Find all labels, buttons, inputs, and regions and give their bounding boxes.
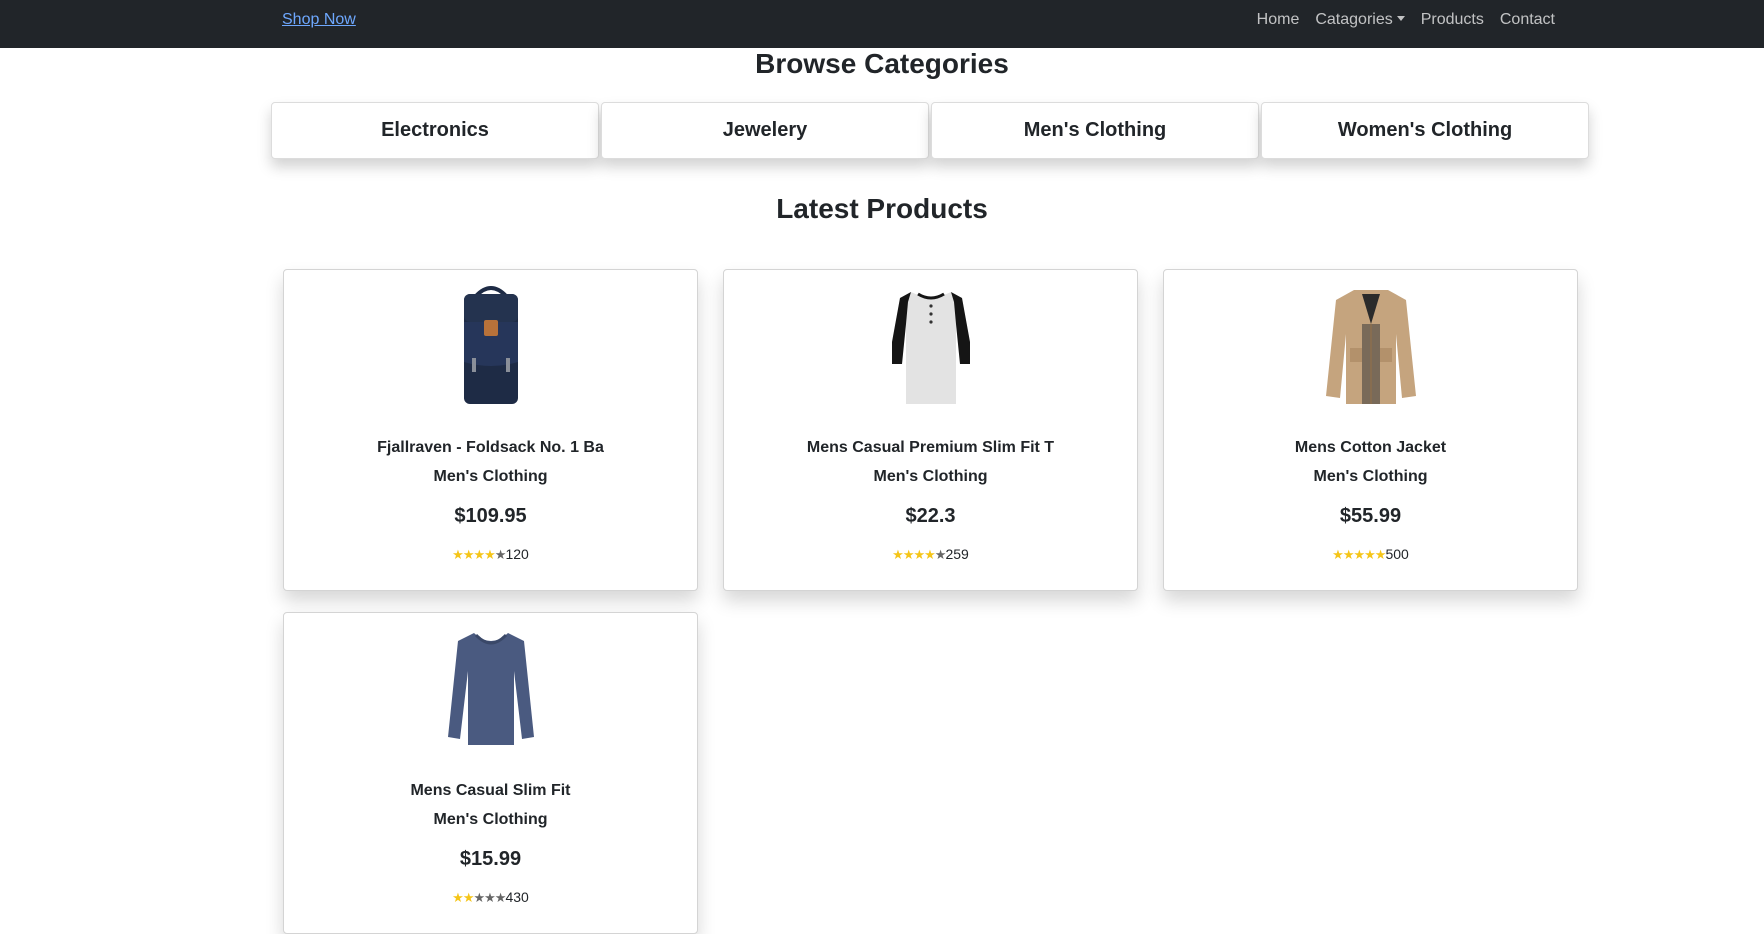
product-rating: ★★★★★500 [1164, 546, 1577, 563]
star-empty-icon: ★ [473, 890, 485, 905]
browse-categories-heading: Browse Categories [755, 48, 1009, 79]
star-filled-icon: ★ [1364, 547, 1376, 562]
category-card-jewelery[interactable]: Jewelery [601, 102, 929, 159]
star-filled-icon: ★ [452, 890, 464, 905]
product-category: Men's Clothing [433, 811, 548, 828]
product-category: Men's Clothing [873, 468, 988, 485]
category-card-womens-clothing[interactable]: Women's Clothing [1261, 102, 1589, 159]
product-rating: ★★★★★259 [724, 546, 1137, 563]
product-card[interactable]: Mens Casual Premium Slim Fit T Men's Clo… [723, 269, 1138, 591]
product-title: Fjallraven - Foldsack No. 1 Ba [377, 439, 604, 456]
star-empty-icon: ★ [484, 890, 496, 905]
star-filled-icon: ★ [1342, 547, 1355, 562]
rating-stars: ★★★★★ [1332, 547, 1387, 562]
star-filled-icon: ★ [1374, 547, 1387, 562]
star-filled-icon: ★ [924, 547, 936, 562]
rating-count: 430 [505, 889, 529, 905]
star-empty-icon: ★ [934, 547, 947, 562]
nav-categories-dropdown[interactable]: Catagories [1315, 11, 1405, 29]
product-price: $22.3 [905, 505, 956, 527]
rating-count: 120 [505, 546, 529, 562]
product-category: Men's Clothing [1313, 468, 1428, 485]
nav-products-link[interactable]: Products [1421, 11, 1484, 29]
rating-stars: ★★★★★ [892, 547, 947, 562]
star-filled-icon: ★ [473, 547, 485, 562]
product-price: $15.99 [459, 848, 522, 870]
nav-categories-label: Catagories [1315, 11, 1393, 28]
star-filled-icon: ★ [913, 547, 925, 562]
jacket-icon [1325, 290, 1416, 404]
star-filled-icon: ★ [1353, 547, 1365, 562]
star-empty-icon: ★ [494, 547, 507, 562]
product-category: Men's Clothing [433, 468, 548, 485]
star-filled-icon: ★ [1332, 547, 1344, 562]
product-card[interactable]: Mens Casual Slim Fit Men's Clothing $15.… [283, 612, 698, 934]
star-empty-icon: ★ [494, 890, 507, 905]
category-list: Electronics Jewelery Men's Clothing Wome… [271, 102, 1591, 159]
product-title: Mens Cotton Jacket [1294, 439, 1447, 456]
longsleeve-icon [447, 633, 534, 745]
caret-down-icon [1396, 16, 1405, 21]
star-filled-icon: ★ [452, 547, 464, 562]
brand-link[interactable]: Shop Now [282, 11, 356, 29]
category-card-electronics[interactable]: Electronics [271, 102, 599, 159]
backpack-icon [463, 286, 518, 404]
nav-home-link[interactable]: Home [1257, 11, 1300, 29]
rating-stars: ★★★★★ [452, 547, 507, 562]
top-navbar: Shop Now Home Catagories Products Contac… [0, 0, 1764, 48]
product-rating: ★★★★★120 [284, 546, 697, 563]
nav-links: Home Catagories Products Contact [1257, 11, 1555, 29]
product-rating: ★★★★★430 [284, 889, 697, 906]
rating-count: 259 [945, 546, 969, 562]
product-title: Mens Casual Slim Fit [410, 782, 571, 799]
rating-count: 500 [1385, 546, 1409, 562]
product-price: $55.99 [1339, 505, 1402, 527]
star-filled-icon: ★ [462, 890, 475, 905]
star-filled-icon: ★ [892, 547, 904, 562]
product-price: $109.95 [454, 505, 527, 527]
rating-stars: ★★★★★ [452, 890, 507, 905]
latest-products-heading: Latest Products [776, 193, 988, 224]
product-card[interactable]: Fjallraven - Foldsack No. 1 Ba Men's Clo… [283, 269, 698, 591]
star-filled-icon: ★ [902, 547, 915, 562]
category-card-mens-clothing[interactable]: Men's Clothing [931, 102, 1259, 159]
product-card[interactable]: Mens Cotton Jacket Men's Clothing $55.99… [1163, 269, 1578, 591]
nav-contact-link[interactable]: Contact [1500, 11, 1555, 29]
tshirt-icon [891, 292, 970, 404]
star-filled-icon: ★ [462, 547, 475, 562]
product-title: Mens Casual Premium Slim Fit T [806, 439, 1055, 456]
star-filled-icon: ★ [484, 547, 496, 562]
